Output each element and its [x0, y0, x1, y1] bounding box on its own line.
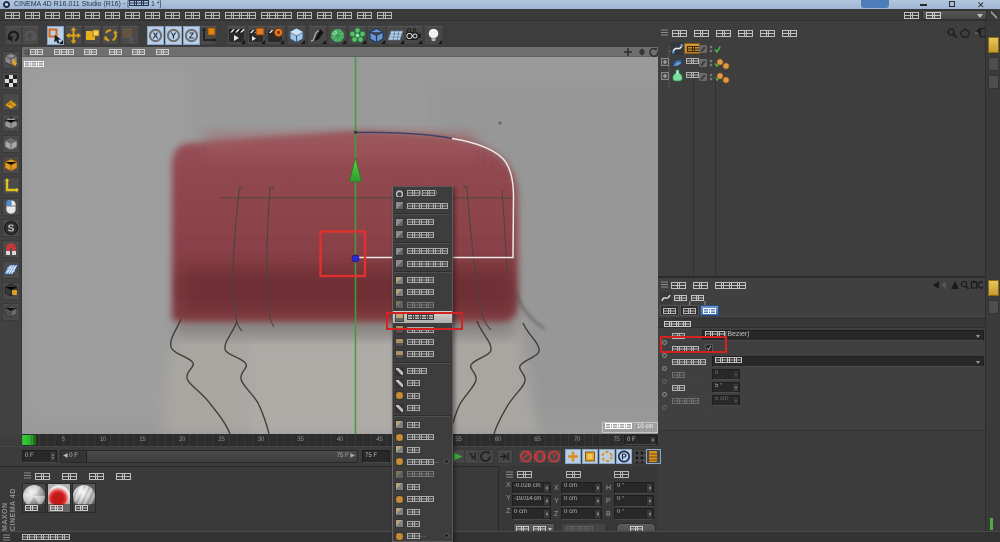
svg-text:S: S: [8, 224, 15, 235]
svg-text:Y: Y: [171, 31, 177, 41]
svg-text:Z: Z: [189, 31, 194, 41]
svg-text:P: P: [621, 453, 627, 462]
svg-text:X: X: [153, 31, 159, 41]
svg-text:?: ?: [552, 454, 556, 461]
